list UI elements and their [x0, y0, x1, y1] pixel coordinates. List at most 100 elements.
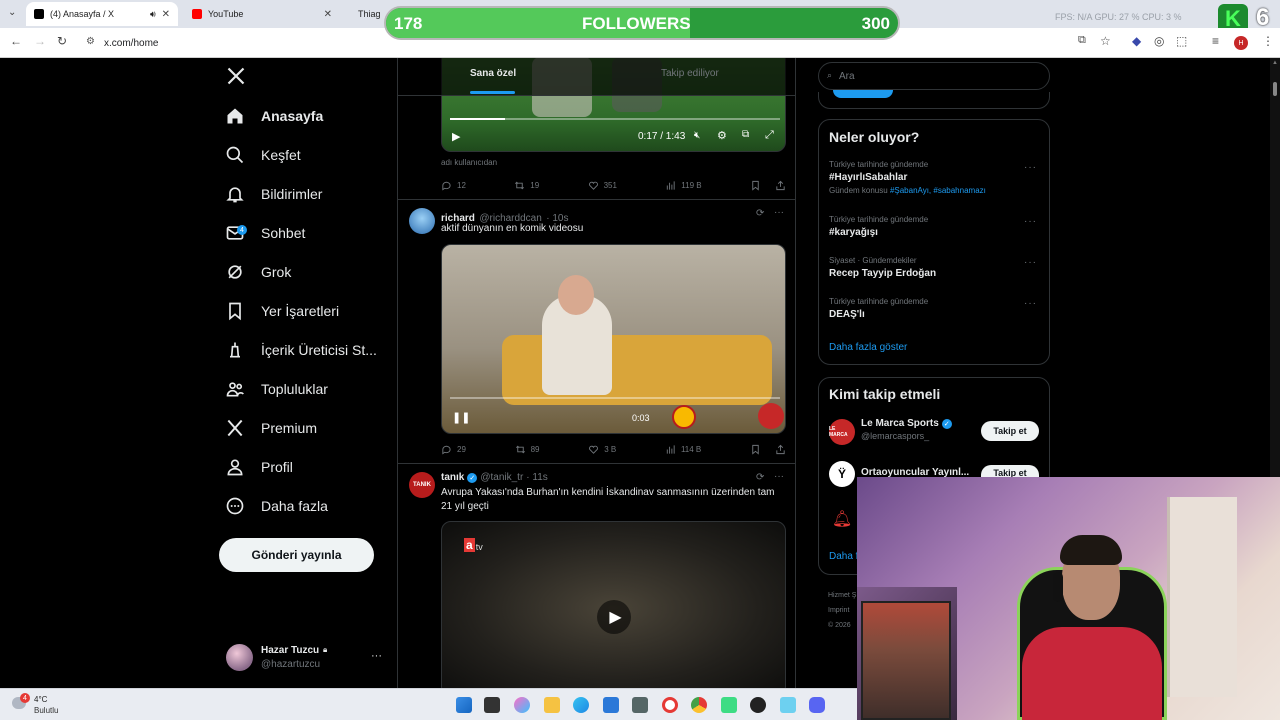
- suggestion-avatar[interactable]: LE MARCA: [829, 419, 855, 445]
- forward-icon[interactable]: →: [34, 34, 46, 48]
- tab-list-dropdown-icon[interactable]: ⌄: [8, 7, 16, 18]
- app-icon[interactable]: [632, 697, 648, 713]
- trend-item[interactable]: Siyaset · Gündemdekiler Recep Tayyip Erd…: [829, 256, 1041, 279]
- pause-icon[interactable]: ❚❚: [452, 411, 470, 424]
- like-button[interactable]: 351: [588, 180, 617, 191]
- trend-extra-links[interactable]: #ŞabanAyı, #sabahnamazı: [890, 186, 986, 195]
- like-button[interactable]: 3 B: [588, 444, 616, 455]
- play-icon[interactable]: ▶: [452, 130, 460, 143]
- discord-icon[interactable]: [809, 697, 825, 713]
- trend-more-icon[interactable]: ···: [1024, 298, 1037, 309]
- suggestion-avatar-bell[interactable]: 🔔︎: [829, 506, 855, 532]
- extension-icon-2[interactable]: ◎: [1154, 34, 1164, 48]
- sidebar-item-grok[interactable]: Grok: [225, 257, 291, 287]
- tweet-video-player[interactable]: ❚❚ 0:03: [441, 244, 786, 434]
- browser-menu-icon[interactable]: ⋮: [1262, 34, 1274, 48]
- views-button[interactable]: 114 B: [665, 444, 701, 455]
- sidebar-item-chat[interactable]: 4 Sohbet: [225, 218, 305, 248]
- tab-third[interactable]: Thiag: [344, 2, 388, 26]
- trend-more-icon[interactable]: ···: [1024, 257, 1037, 268]
- pip-icon[interactable]: ⧉: [742, 129, 749, 140]
- sidebar-item-creator-studio[interactable]: İçerik Üreticisi St...: [225, 335, 377, 365]
- avatar[interactable]: [409, 208, 435, 234]
- share-icon[interactable]: [775, 180, 786, 191]
- sidebar-item-explore[interactable]: Keşfet: [225, 140, 301, 170]
- footer-link[interactable]: Imprint: [828, 603, 856, 618]
- repost-button[interactable]: 89: [515, 444, 540, 455]
- scroll-thumb[interactable]: [1273, 82, 1277, 96]
- grok-icon[interactable]: ⟳: [756, 208, 764, 219]
- show-more-link[interactable]: Daha fazla göster: [829, 342, 907, 353]
- app-icon-3[interactable]: [780, 697, 796, 713]
- reply-button[interactable]: 29: [441, 444, 466, 455]
- sidebar-item-more[interactable]: Daha fazla: [225, 491, 328, 521]
- install-app-icon[interactable]: ⧉: [1078, 34, 1086, 47]
- account-more-icon[interactable]: ···: [371, 650, 382, 662]
- bookmark-icon[interactable]: [750, 180, 761, 191]
- profile-avatar-icon[interactable]: H: [1234, 36, 1248, 50]
- back-icon[interactable]: ←: [10, 34, 22, 48]
- tab-following[interactable]: Takip ediliyor: [661, 68, 719, 79]
- account-switcher[interactable]: Hazar Tuzcu 🔒︎ @hazartuzcu ···: [226, 644, 386, 672]
- share-icon[interactable]: [775, 444, 786, 455]
- avatar[interactable]: TANIK: [409, 472, 435, 498]
- subscribe-button-partial[interactable]: [833, 90, 893, 98]
- repost-button[interactable]: 19: [514, 180, 539, 191]
- chrome-icon[interactable]: [691, 697, 707, 713]
- reading-list-icon[interactable]: ≡: [1212, 34, 1219, 48]
- follow-button[interactable]: Takip et: [981, 465, 1039, 478]
- trend-item[interactable]: Türkiye tarihinde gündemde #HayırlıSabah…: [829, 160, 1041, 195]
- views-button[interactable]: 119 B: [665, 180, 702, 191]
- post-button[interactable]: Gönderi yayınla: [219, 538, 374, 572]
- trend-more-icon[interactable]: ···: [1024, 216, 1037, 227]
- puzzle-extensions-icon[interactable]: ⬚: [1176, 34, 1187, 48]
- sidebar-item-profile[interactable]: Profil: [225, 452, 293, 482]
- copilot-icon[interactable]: [514, 697, 530, 713]
- show-more-link[interactable]: Daha f: [829, 551, 858, 562]
- sidebar-item-communities[interactable]: Topluluklar: [225, 374, 328, 404]
- sidebar-item-home[interactable]: Anasayfa: [225, 101, 323, 131]
- reply-button[interactable]: 12: [441, 180, 466, 191]
- sidebar-item-premium[interactable]: Premium: [225, 413, 317, 443]
- fullscreen-icon[interactable]: ⤢: [765, 129, 774, 142]
- store-icon[interactable]: [603, 697, 619, 713]
- task-view-icon[interactable]: [484, 697, 500, 713]
- video-progress-track[interactable]: [450, 397, 780, 399]
- bookmark-icon[interactable]: [750, 444, 761, 455]
- windows-start-icon[interactable]: [456, 697, 472, 713]
- tweet-more-icon[interactable]: ···: [774, 471, 784, 482]
- tab-youtube[interactable]: YouTube ✕: [184, 2, 340, 26]
- bookmark-star-icon[interactable]: ☆: [1100, 34, 1111, 48]
- close-tab-icon[interactable]: ✕: [324, 9, 332, 20]
- suggestion-info[interactable]: Le Marca Sports ✓ @lemarcaspors_: [861, 418, 952, 441]
- app-icon-2[interactable]: [721, 697, 737, 713]
- opera-icon[interactable]: [662, 697, 678, 713]
- tab-for-you[interactable]: Sana özel: [470, 68, 516, 79]
- file-explorer-icon[interactable]: [544, 697, 560, 713]
- video-play-button[interactable]: ▶: [597, 600, 631, 634]
- sidebar-item-notifications[interactable]: Bildirimler: [225, 179, 322, 209]
- trend-more-icon[interactable]: ···: [1024, 162, 1037, 173]
- speaker-icon[interactable]: 🔊︎: [150, 9, 156, 20]
- extension-icon[interactable]: ◆: [1132, 34, 1141, 48]
- scroll-up-icon[interactable]: ▲: [1272, 60, 1278, 66]
- x-logo-icon[interactable]: [226, 66, 246, 86]
- suggestion-avatar[interactable]: Ÿ: [829, 461, 855, 487]
- reload-icon[interactable]: ↻: [57, 34, 67, 48]
- trend-item[interactable]: Türkiye tarihinde gündemde #karyağışı: [829, 215, 1041, 238]
- tab-x-home[interactable]: (4) Anasayfa / X 🔊︎ ✕: [26, 2, 178, 26]
- tweet-video-player[interactable]: a tv ▶: [441, 521, 786, 688]
- tweet-author-handle[interactable]: @tanik_tr: [480, 472, 523, 483]
- grok-icon[interactable]: ⟳: [756, 472, 764, 483]
- follow-button[interactable]: Takip et: [981, 421, 1039, 441]
- tweet-author-name[interactable]: tanık: [441, 472, 464, 483]
- sidebar-item-bookmarks[interactable]: Yer İşaretleri: [225, 296, 339, 326]
- search-input[interactable]: ⌕ Ara: [818, 62, 1050, 90]
- close-tab-icon[interactable]: ✕: [162, 9, 170, 20]
- mute-icon[interactable]: 🔇︎: [694, 130, 700, 141]
- tweet-more-icon[interactable]: ···: [774, 207, 784, 218]
- settings-gear-icon[interactable]: ⚙︎: [717, 129, 727, 142]
- edge-icon[interactable]: [573, 697, 589, 713]
- obs-icon[interactable]: [750, 697, 766, 713]
- trend-item[interactable]: Türkiye tarihinde gündemde DEAŞ'lı: [829, 297, 1041, 320]
